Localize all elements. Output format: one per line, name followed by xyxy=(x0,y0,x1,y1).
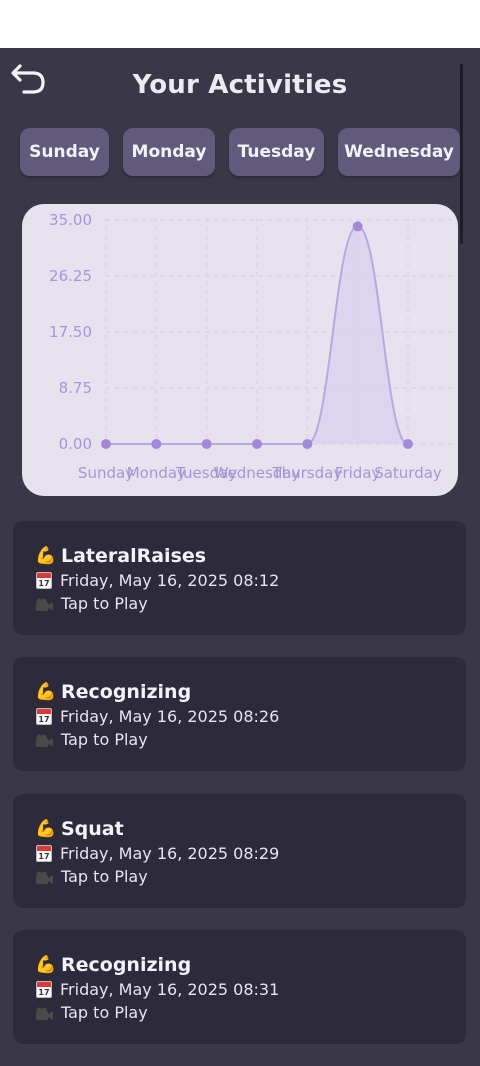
video-camera-icon xyxy=(36,597,54,611)
video-camera-icon xyxy=(36,1006,54,1020)
chart-svg: 35.0026.2517.508.750.00SundayMondayTuesd… xyxy=(49,211,452,482)
video-camera-icon xyxy=(36,870,54,884)
data-point xyxy=(151,439,162,449)
flexed-biceps-icon: 💪 xyxy=(35,546,57,566)
data-point xyxy=(352,221,363,232)
activity-card[interactable]: 💪 Squat 17 Friday, May 16, 2025 08:29 Tap … xyxy=(13,794,466,908)
day-tab-bar: Sunday Monday Tuesday Wednesday xyxy=(0,128,480,180)
activity-date: Friday, May 16, 2025 08:12 xyxy=(60,571,280,590)
y-tick-label: 17.50 xyxy=(49,323,92,341)
tap-to-play-link[interactable]: Tap to Play xyxy=(61,867,148,886)
data-point xyxy=(302,439,313,449)
activity-card[interactable]: 💪 Recognizing 17 Friday, May 16, 2025 08:2… xyxy=(13,657,466,771)
tap-to-play-link[interactable]: Tap to Play xyxy=(61,730,148,749)
status-bar xyxy=(0,0,480,48)
video-camera-icon xyxy=(36,733,54,747)
activities-screen: Your Activities Sunday Monday Tuesday We… xyxy=(0,48,480,1066)
tab-sunday[interactable]: Sunday xyxy=(20,128,109,176)
activity-name: LateralRaises xyxy=(61,545,207,567)
flexed-biceps-icon: 💪 xyxy=(35,955,57,975)
tab-wednesday[interactable]: Wednesday xyxy=(338,128,460,176)
activity-card[interactable]: 💪 Recognizing 17 Friday, May 16, 2025 08:3… xyxy=(13,930,466,1044)
data-point xyxy=(101,439,111,449)
y-tick-label: 35.00 xyxy=(49,211,92,229)
activity-name: Recognizing xyxy=(61,954,192,976)
y-tick-label: 0.00 xyxy=(59,435,92,453)
calendar-icon: 17 xyxy=(36,845,52,862)
x-tick-label: Thursday xyxy=(271,464,342,482)
y-tick-label: 26.25 xyxy=(49,267,92,285)
data-point xyxy=(403,439,413,449)
calendar-icon: 17 xyxy=(36,708,52,725)
data-point xyxy=(252,439,262,449)
y-tick-label: 8.75 xyxy=(59,379,92,397)
page-title: Your Activities xyxy=(132,70,348,100)
flexed-biceps-icon: 💪 xyxy=(35,819,57,839)
activity-card[interactable]: 💪 LateralRaises 17 Friday, May 16, 2025 08… xyxy=(13,521,466,635)
tab-monday[interactable]: Monday xyxy=(123,128,215,176)
data-point xyxy=(201,439,212,449)
weekly-activity-chart: 35.00 26.25 17.50 8.75 0.00 Sunday Monday Tuesd… xyxy=(22,204,458,496)
x-tick-label: Saturday xyxy=(374,464,442,482)
flexed-biceps-icon: 💪 xyxy=(35,682,57,702)
calendar-icon: 17 xyxy=(36,981,52,998)
tab-tuesday[interactable]: Tuesday xyxy=(229,128,324,176)
activity-date: Friday, May 16, 2025 08:29 xyxy=(60,844,280,863)
tap-to-play-link[interactable]: Tap to Play xyxy=(61,594,148,613)
activity-name: Recognizing xyxy=(61,681,192,703)
activity-date: Friday, May 16, 2025 08:31 xyxy=(60,980,280,999)
activity-name: Squat xyxy=(61,818,124,840)
calendar-icon: 17 xyxy=(36,572,52,589)
activity-date: Friday, May 16, 2025 08:26 xyxy=(60,707,280,726)
tap-to-play-link[interactable]: Tap to Play xyxy=(61,1003,148,1022)
